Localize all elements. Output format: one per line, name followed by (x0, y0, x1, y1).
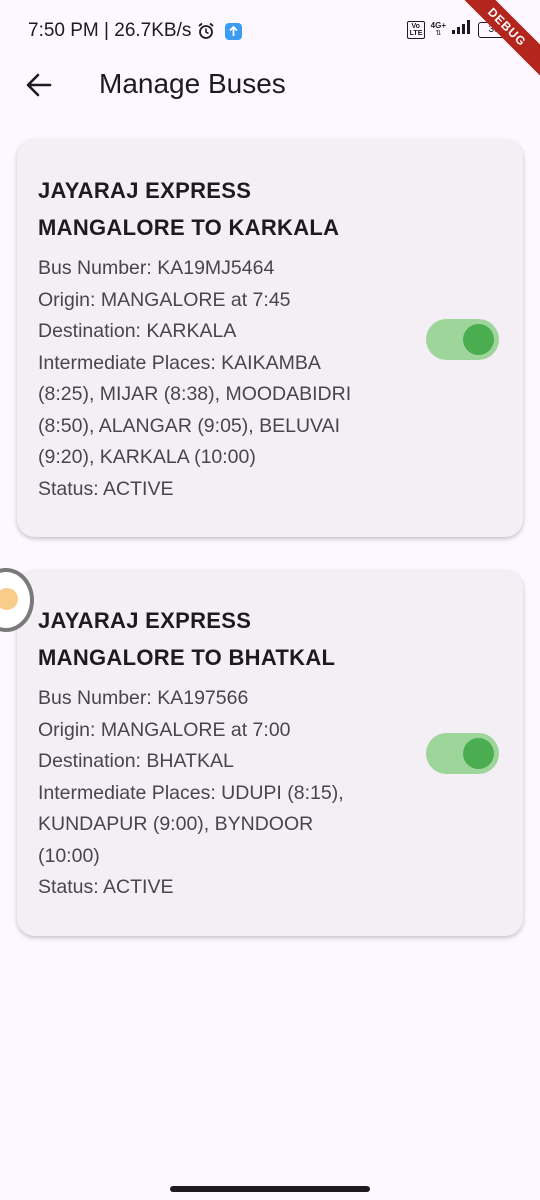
back-button[interactable] (22, 70, 56, 100)
upload-notification-icon (225, 22, 243, 40)
volte-icon: Vo LTE (406, 20, 425, 39)
bus-name: JAYARAJ EXPRESS (38, 608, 252, 633)
home-indicator[interactable] (170, 1186, 370, 1192)
bus-number: Bus Number: KA197566 (38, 687, 249, 709)
bus-intermediate-line: KUNDAPUR (9:00), BYNDOOR (38, 813, 314, 835)
bus-intermediate-line: (8:50), ALANGAR (9:05), BELUVAI (38, 414, 341, 437)
bus-details: Bus Number: KA197566 Origin: MANGALORE a… (38, 683, 398, 904)
active-toggle[interactable] (426, 733, 499, 774)
bus-status: Status: ACTIVE (38, 477, 174, 500)
network-type-label: 4G+ (430, 21, 446, 30)
bus-intermediate-line: Intermediate Places: UDUPI (8:15), (38, 781, 344, 804)
network-indicator: 4G+ ⇅ (430, 21, 446, 38)
signal-strength-icon (452, 20, 472, 39)
bus-card: JAYARAJ EXPRESS MANGALORE TO KARKALA Bus… (17, 139, 523, 537)
bus-number: Bus Number: KA19MJ5464 (38, 257, 275, 279)
status-left: 7:50 PM | 26.7KB/s (28, 20, 243, 42)
bus-card: JAYARAJ EXPRESS MANGALORE TO BHATKAL Bus… (17, 570, 523, 936)
toggle-thumb (463, 738, 494, 769)
app-bar: Manage Buses (0, 62, 540, 108)
active-toggle[interactable] (426, 319, 499, 360)
bus-route: MANGALORE TO BHATKAL (38, 645, 336, 670)
bus-route: MANGALORE TO KARKALA (38, 215, 340, 240)
bus-origin: Origin: MANGALORE at 7:45 (38, 288, 291, 311)
bus-intermediate-line: (8:25), MIJAR (8:38), MOODABIDRI (38, 383, 352, 405)
alarm-clock-icon (197, 22, 215, 40)
back-arrow-icon (26, 73, 52, 97)
bus-details: Bus Number: KA19MJ5464 Origin: MANGALORE… (38, 253, 398, 505)
data-arrows-icon: ⇅ (435, 30, 442, 37)
bus-name: JAYARAJ EXPRESS (38, 178, 252, 203)
toggle-thumb (463, 324, 494, 355)
bus-intermediate-line: (10:00) (38, 844, 100, 867)
floating-handle-icon (0, 588, 18, 610)
bus-destination: Destination: KARKALA (38, 320, 237, 342)
status-bar: 7:50 PM | 26.7KB/s Vo LTE 4G+ ⇅ 39 DEBUG (0, 0, 540, 81)
bus-intermediate-line: (9:20), KARKALA (10:00) (38, 446, 256, 468)
status-time-speed: 7:50 PM | 26.7KB/s (28, 20, 192, 41)
bus-origin: Origin: MANGALORE at 7:00 (38, 718, 291, 741)
bus-status: Status: ACTIVE (38, 876, 174, 898)
bus-destination: Destination: BHATKAL (38, 750, 234, 772)
bus-intermediate-line: Intermediate Places: KAIKAMBA (38, 351, 321, 374)
page-title: Manage Buses (99, 68, 286, 99)
